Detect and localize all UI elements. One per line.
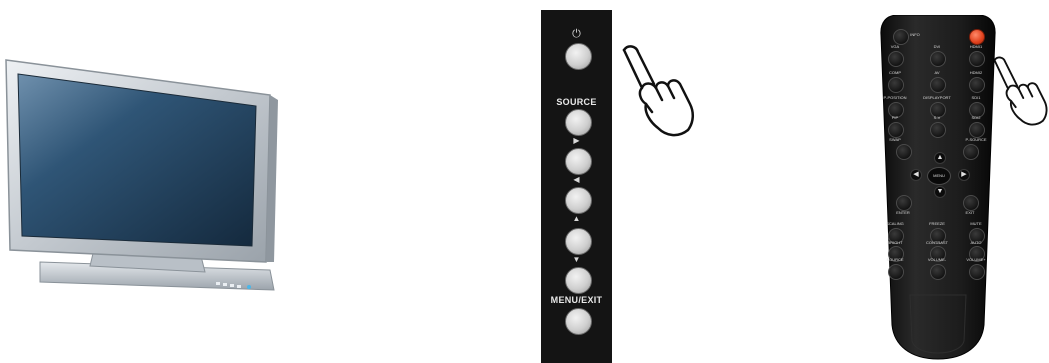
remote-button-hdmi2[interactable] xyxy=(969,77,985,93)
arrow-right-icon: ▶ xyxy=(961,171,967,178)
pointing-hand-icon xyxy=(622,45,694,137)
remote-label: S-V xyxy=(933,115,941,120)
remote-label: P-POSITION xyxy=(883,95,907,100)
remote-left-button[interactable]: ◀ xyxy=(910,169,922,181)
panel-left-button[interactable] xyxy=(565,187,592,214)
remote-label: SWAP xyxy=(889,137,901,142)
arrow-left-icon: ◀ xyxy=(573,175,580,184)
remote-label: VOLUME- xyxy=(927,257,947,262)
arrow-right-icon: ▶ xyxy=(573,136,580,145)
arrow-up-icon: ▲ xyxy=(572,214,581,223)
remote-down-button[interactable]: ▼ xyxy=(934,186,946,198)
remote-button-pip[interactable] xyxy=(888,122,904,138)
remote-label: HDMI1 xyxy=(969,44,983,49)
source-label: SOURCE xyxy=(556,97,597,107)
remote-button-s-v[interactable] xyxy=(930,122,946,138)
remote-button-av[interactable] xyxy=(930,77,946,93)
remote-label: AUTO xyxy=(970,240,982,245)
remote-button-enter[interactable] xyxy=(896,195,912,211)
remote-label: PIP xyxy=(891,115,899,120)
remote-right-button[interactable]: ▶ xyxy=(958,169,970,181)
remote-button-source[interactable] xyxy=(888,264,904,280)
arrow-up-icon: ▲ xyxy=(936,154,944,161)
remote-label: HDMI2 xyxy=(969,70,983,75)
remote-button-volume-up[interactable] xyxy=(969,264,985,280)
remote-label: BRIGHT xyxy=(887,240,903,245)
panel-down-button[interactable] xyxy=(565,267,592,294)
remote-label: AV xyxy=(934,70,940,75)
arrow-down-icon: ▼ xyxy=(936,188,944,195)
remote-button-p-source[interactable] xyxy=(963,144,979,160)
tv-indicator xyxy=(237,285,241,288)
remote-label: CONTRAST xyxy=(926,240,948,245)
remote-button-swap[interactable] xyxy=(896,144,912,160)
remote-label: SDI1 xyxy=(971,95,981,100)
panel-source-button[interactable] xyxy=(565,109,592,136)
remote-label: VOLUME+ xyxy=(966,257,986,262)
panel-up-button[interactable] xyxy=(565,228,592,255)
tv-power-led xyxy=(247,285,251,289)
remote-label: VGA xyxy=(890,44,900,49)
pointing-hand-icon xyxy=(993,56,1048,126)
tv-indicator xyxy=(230,284,234,287)
remote-label: SOURCE xyxy=(886,257,904,262)
remote-button-comp[interactable] xyxy=(888,77,904,93)
power-icon: ⏻ xyxy=(572,28,581,40)
panel-power-button[interactable] xyxy=(565,43,592,70)
remote-menu-button[interactable]: MENU xyxy=(927,167,951,185)
remote-label: DVI xyxy=(933,44,941,49)
menu-exit-label: MENU/EXIT xyxy=(550,295,603,305)
remote-button-sdi2[interactable] xyxy=(969,122,985,138)
remote-label: SDI2 xyxy=(971,115,981,120)
remote-button-exit[interactable] xyxy=(963,195,979,211)
remote-label: EXIT xyxy=(965,210,975,215)
tv-indicator xyxy=(223,283,227,286)
remote-label: MUTE xyxy=(970,221,982,226)
remote-button-volume-down[interactable] xyxy=(930,264,946,280)
remote-label: INFO xyxy=(910,32,920,37)
panel-menu-exit-button[interactable] xyxy=(565,308,592,335)
remote-control: INFO VGA DVI HDMI1 COMP AV HDMI2 P-POSIT… xyxy=(880,15,996,360)
remote-label: P-SOURCE xyxy=(965,137,987,142)
arrow-left-icon: ◀ xyxy=(913,171,919,178)
remote-label: COMP xyxy=(889,70,901,75)
remote-label: DISPLAYPORT xyxy=(923,95,951,100)
remote-up-button[interactable]: ▲ xyxy=(934,152,946,164)
remote-label: SCALING xyxy=(886,221,904,226)
remote-button-dvi[interactable] xyxy=(930,51,946,67)
remote-button-vga[interactable] xyxy=(888,51,904,67)
panel-right-button[interactable] xyxy=(565,148,592,175)
remote-label: FREEZE xyxy=(929,221,945,226)
tv-illustration xyxy=(5,59,278,291)
arrow-down-icon: ▼ xyxy=(572,255,581,264)
remote-power-button[interactable] xyxy=(969,29,985,45)
control-panel: ⏻ SOURCE ▶ ◀ ▲ ▼ MENU/EXIT xyxy=(541,10,612,363)
tv-indicator xyxy=(216,282,220,285)
remote-button-hdmi1[interactable] xyxy=(969,51,985,67)
remote-label: ENTER xyxy=(896,210,910,215)
